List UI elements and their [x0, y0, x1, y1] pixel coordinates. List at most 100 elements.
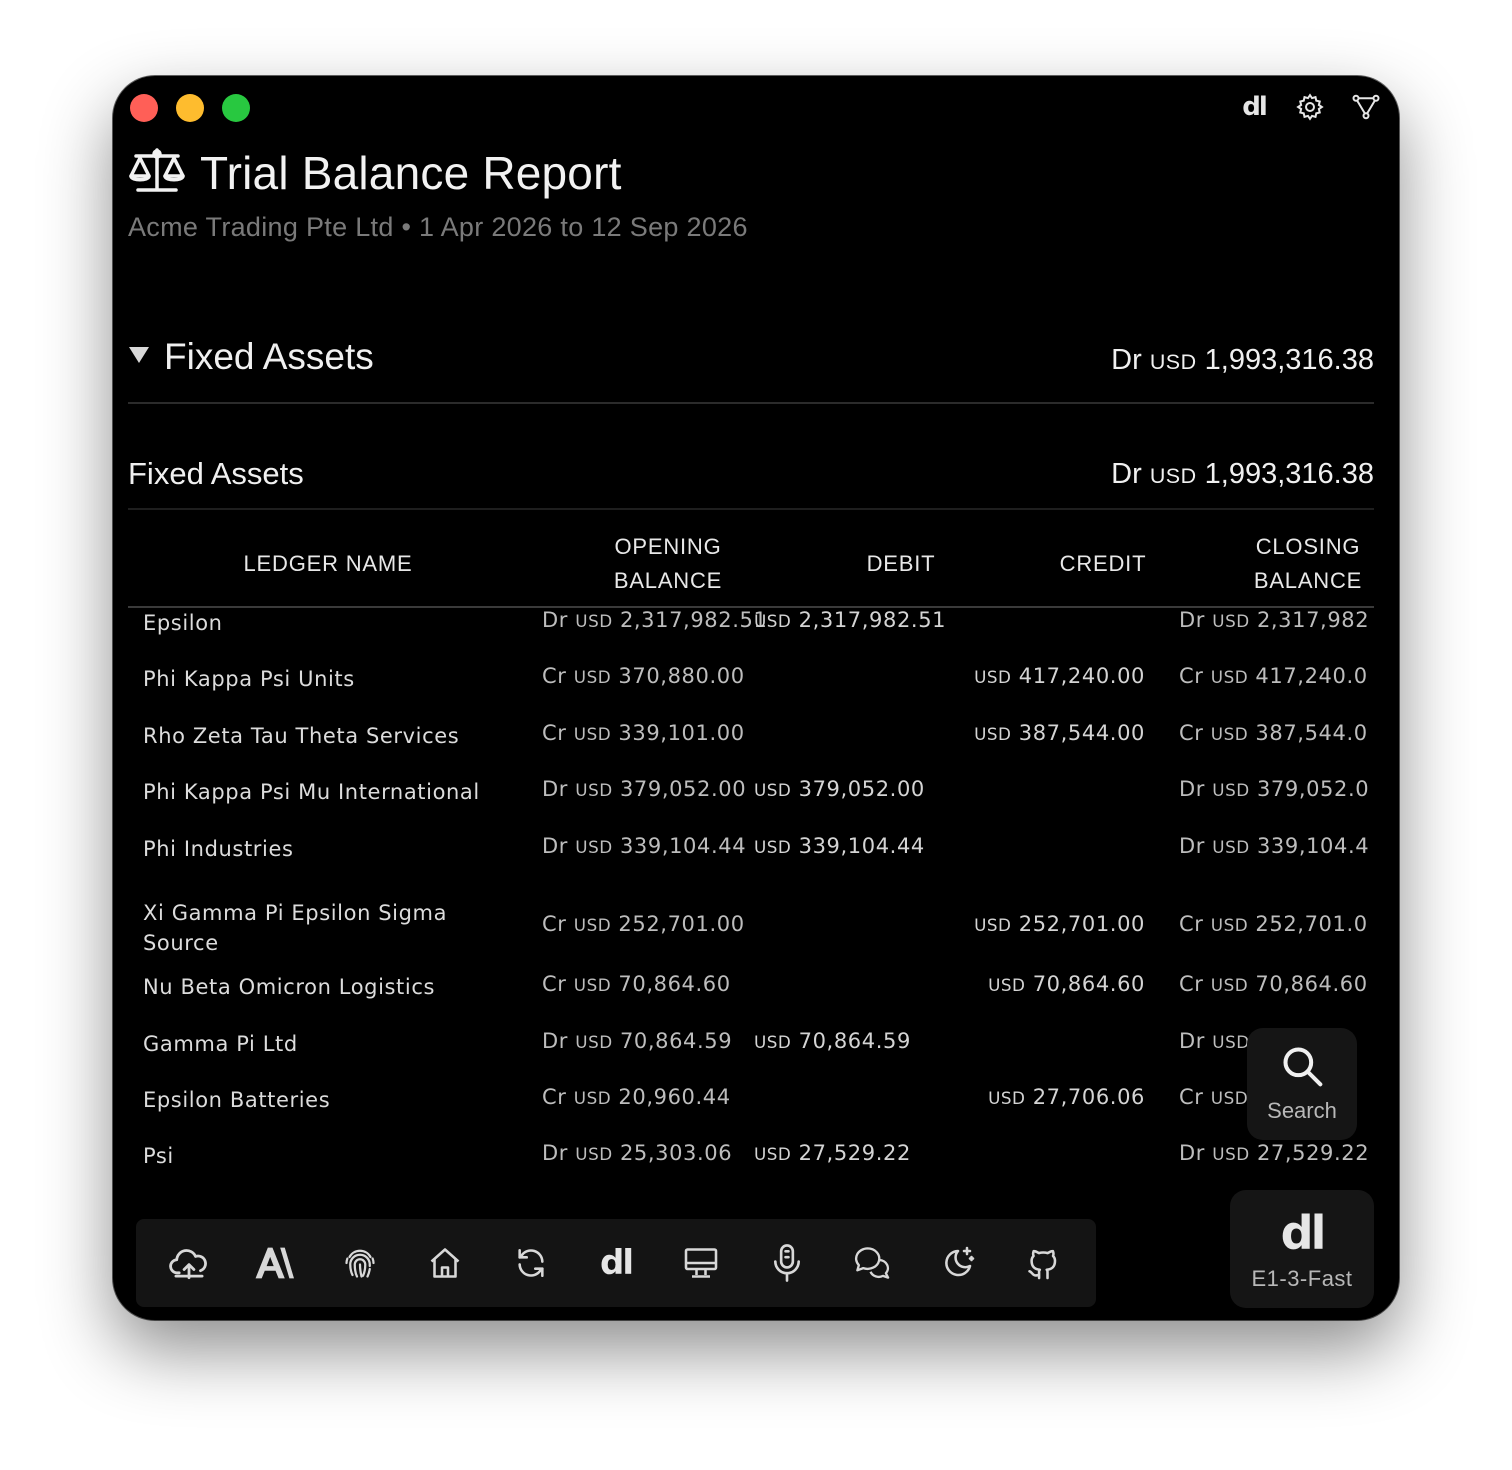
page-title: Trial Balance Report [200, 147, 622, 199]
column-header-ledger-name[interactable]: LEDGER NAME [128, 522, 528, 606]
closing-balance-value: 27,529.22 [1256, 1141, 1370, 1165]
column-header-debit-label: DEBIT [866, 551, 936, 576]
debit-amount: USD 339,104.44 [754, 834, 925, 858]
opening-balance: Dr USD 339,104.44 [542, 834, 746, 858]
closing-balance-currency: USD [1212, 1032, 1250, 1052]
column-header-closing-balance[interactable]: CLOSING BALANCE [1203, 522, 1399, 606]
microphone-icon[interactable] [764, 1240, 810, 1286]
closing-balance-dr-cr: Cr [1179, 1085, 1204, 1109]
debit-amount-currency: USD [754, 780, 792, 800]
opening-balance-dr-cr: Dr [542, 608, 569, 632]
model-selector-button[interactable]: dl E1-3-Fast [1230, 1190, 1374, 1308]
ledger-name[interactable]: Epsilon Batteries [143, 1085, 503, 1115]
debit-amount-currency: USD [754, 837, 792, 857]
disclosure-triangle-icon[interactable] [128, 345, 150, 369]
gear-icon[interactable] [1293, 90, 1327, 124]
credit-amount-currency: USD [974, 724, 1012, 744]
refresh-icon[interactable] [508, 1240, 554, 1286]
closing-balance-value: 2,317,982 [1256, 608, 1370, 632]
ledger-name[interactable]: Phi Kappa Psi Units [143, 664, 503, 694]
desktop-icon[interactable] [678, 1240, 724, 1286]
closing-balance: Cr USD 252,701.0 [1179, 912, 1368, 936]
credit-amount-value: 27,706.06 [1032, 1085, 1145, 1109]
closing-balance-currency: USD [1212, 611, 1250, 631]
column-header-debit[interactable]: DEBIT [828, 522, 974, 606]
scale-balance-icon [128, 146, 186, 200]
opening-balance-value: 379,052.00 [619, 777, 747, 801]
credit-amount: USD 70,864.60 [988, 972, 1145, 996]
subgroup-total-amount: Dr USD 1,993,316.38 [1111, 458, 1374, 491]
ledger-name[interactable]: Rho Zeta Tau Theta Services [143, 721, 503, 751]
subgroup-amount-prefix: Dr [1111, 458, 1142, 490]
window-controls [130, 94, 250, 122]
closing-balance-currency: USD [1210, 915, 1249, 935]
opening-balance-value: 70,864.59 [619, 1029, 733, 1053]
credit-amount-value: 252,701.00 [1018, 912, 1145, 936]
dl-logo-icon[interactable]: dl [593, 1240, 639, 1286]
ledger-name[interactable]: Phi Kappa Psi Mu International [143, 777, 503, 807]
opening-balance-currency: USD [575, 837, 613, 857]
opening-balance-currency: USD [575, 1144, 613, 1164]
closing-balance: Cr USD 70,864.60 [1179, 972, 1368, 996]
debit-amount-currency: USD [754, 611, 792, 631]
font-a-icon[interactable] [251, 1240, 297, 1286]
opening-balance-value: 370,880.00 [618, 664, 745, 688]
closing-balance-value: 339,104.4 [1256, 834, 1370, 858]
github-icon[interactable] [1020, 1240, 1066, 1286]
closing-balance-value: 70,864.60 [1255, 972, 1368, 996]
moon-star-icon[interactable] [935, 1240, 981, 1286]
closing-balance-value: 252,701.0 [1255, 912, 1368, 936]
closing-balance-value: 417,240.0 [1255, 664, 1368, 688]
closing-balance: Cr USD 387,544.0 [1179, 721, 1368, 745]
opening-balance: Dr USD 2,317,982.51 [542, 608, 767, 632]
subgroup-header: Fixed Assets Dr USD 1,993,316.38 [128, 446, 1374, 510]
minimize-window-button[interactable] [176, 94, 204, 122]
opening-balance-value: 20,960.44 [618, 1085, 731, 1109]
opening-balance-currency: USD [573, 667, 612, 687]
ledger-name[interactable]: Gamma Pi Ltd [143, 1029, 503, 1059]
ledger-name[interactable]: Phi Industries [143, 834, 503, 864]
credit-amount: USD 252,701.00 [974, 912, 1145, 936]
closing-balance-dr-cr: Dr [1179, 1029, 1206, 1053]
closing-balance-dr-cr: Cr [1179, 972, 1204, 996]
opening-balance-currency: USD [573, 1088, 612, 1108]
chat-icon[interactable] [849, 1240, 895, 1286]
cloud-upload-icon[interactable] [166, 1240, 212, 1286]
column-header-ledger-name-label: LEDGER NAME [243, 551, 413, 576]
group-header-fixed-assets[interactable]: Fixed Assets Dr USD 1,993,316.38 [128, 326, 1374, 404]
maximize-window-button[interactable] [222, 94, 250, 122]
share-nodes-icon[interactable] [1349, 90, 1383, 124]
group-amount: 1,993,316.38 [1204, 344, 1374, 376]
search-button[interactable]: Search [1247, 1028, 1357, 1140]
opening-balance: Dr USD 70,864.59 [542, 1029, 732, 1053]
credit-amount: USD 387,544.00 [974, 721, 1145, 745]
group-title: Fixed Assets [164, 336, 374, 377]
page-subtitle: Acme Trading Pte Ltd • 1 Apr 2026 to 12 … [128, 212, 748, 242]
subgroup-title: Fixed Assets [128, 456, 304, 491]
close-window-button[interactable] [130, 94, 158, 122]
closing-balance: Dr USD 2,317,982 [1179, 608, 1369, 632]
page-title-row: Trial Balance Report [128, 146, 622, 200]
dl-logo-icon[interactable]: dl [1237, 90, 1271, 124]
opening-balance: Dr USD 25,303.06 [542, 1141, 732, 1165]
column-header-opening-balance[interactable]: OPENING BALANCE [568, 522, 768, 606]
closing-balance-currency: USD [1210, 1088, 1249, 1108]
home-icon[interactable] [422, 1240, 468, 1286]
opening-header-line2: BALANCE [613, 568, 723, 593]
opening-balance-value: 2,317,982.51 [619, 608, 768, 632]
column-header-credit[interactable]: CREDIT [1028, 522, 1178, 606]
app-window: dl Trial Balance Report Acme Trading Pte… [113, 76, 1399, 1320]
closing-balance-dr-cr: Dr [1179, 777, 1206, 801]
credit-amount-value: 417,240.00 [1018, 664, 1145, 688]
model-dl-logo-icon: dl [1280, 1206, 1327, 1260]
model-name-label: E1-3-Fast [1251, 1266, 1353, 1291]
closing-balance-dr-cr: Cr [1179, 664, 1204, 688]
ledger-name[interactable]: Nu Beta Omicron Logistics [143, 972, 503, 1002]
closing-balance-dr-cr: Dr [1179, 608, 1206, 632]
ledger-name[interactable]: Xi Gamma Pi Epsilon Sigma Source [143, 898, 503, 958]
credit-amount-value: 387,544.00 [1018, 721, 1145, 745]
ledger-name[interactable]: Epsilon [143, 608, 503, 638]
ledger-name[interactable]: Psi [143, 1141, 503, 1171]
fingerprint-icon[interactable] [337, 1240, 383, 1286]
credit-amount: USD 417,240.00 [974, 664, 1145, 688]
